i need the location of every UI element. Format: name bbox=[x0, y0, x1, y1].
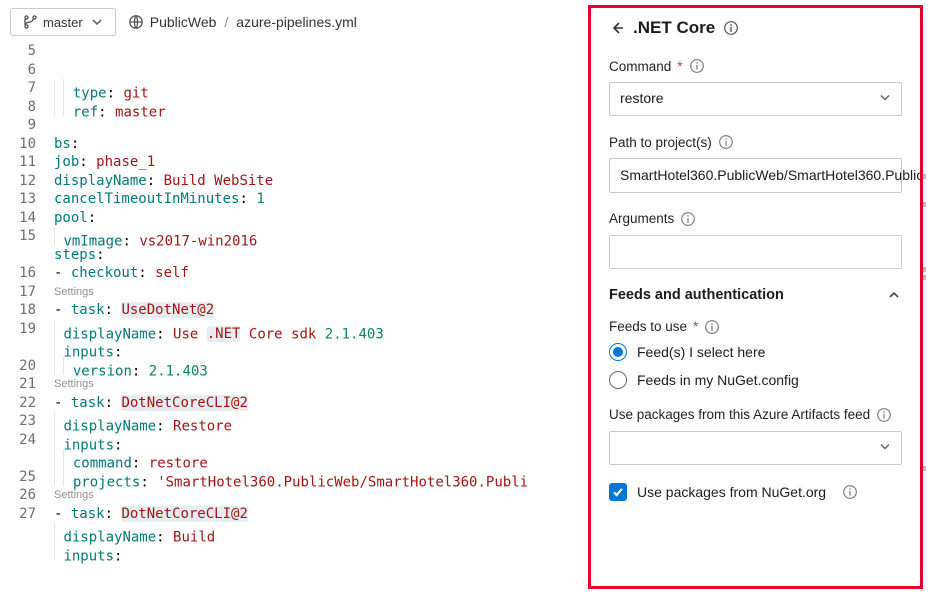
path-input[interactable]: SmartHotel360.PublicWeb/SmartHotel360.Pu… bbox=[609, 158, 902, 193]
line-gutter: 5678910111213141516171819202122232425262… bbox=[0, 42, 54, 594]
radio-icon bbox=[609, 371, 627, 389]
info-icon[interactable] bbox=[723, 20, 739, 36]
globe-icon bbox=[128, 14, 144, 30]
azure-feed-select[interactable] bbox=[609, 431, 902, 465]
command-label: Command* bbox=[609, 58, 902, 74]
info-icon[interactable] bbox=[689, 58, 705, 74]
breadcrumb: PublicWeb / azure-pipelines.yml bbox=[128, 14, 357, 30]
checkbox-checked-icon bbox=[609, 483, 627, 501]
command-select[interactable]: restore bbox=[609, 82, 902, 116]
path-label: Path to project(s) bbox=[609, 134, 902, 150]
back-button[interactable] bbox=[609, 20, 625, 36]
panel-title: .NET Core bbox=[633, 18, 715, 38]
arguments-input[interactable] bbox=[609, 235, 902, 269]
chevron-down-icon bbox=[877, 90, 893, 106]
chevron-down-icon bbox=[877, 438, 893, 454]
breadcrumb-file[interactable]: azure-pipelines.yml bbox=[236, 14, 357, 30]
info-icon[interactable] bbox=[842, 484, 858, 500]
branch-icon bbox=[21, 14, 37, 30]
arguments-label: Arguments bbox=[609, 211, 902, 227]
breadcrumb-folder[interactable]: PublicWeb bbox=[128, 14, 217, 30]
feeds-section-header[interactable]: Feeds and authentication bbox=[609, 287, 902, 303]
arrow-left-icon bbox=[609, 20, 625, 36]
chevron-up-icon bbox=[886, 287, 902, 303]
info-icon[interactable] bbox=[876, 407, 892, 423]
info-icon[interactable] bbox=[704, 319, 720, 335]
info-icon[interactable] bbox=[718, 134, 734, 150]
nuget-org-checkbox-row[interactable]: Use packages from NuGet.org bbox=[609, 483, 902, 501]
radio-icon bbox=[609, 343, 627, 361]
radio-feeds-select-here[interactable]: Feed(s) I select here bbox=[609, 343, 902, 361]
info-icon[interactable] bbox=[680, 211, 696, 227]
dotnet-core-panel: .NET Core Command* restore Path to proje… bbox=[588, 5, 923, 589]
branch-picker[interactable]: master bbox=[10, 8, 116, 36]
branch-name: master bbox=[43, 15, 83, 30]
azure-feed-label: Use packages from this Azure Artifacts f… bbox=[609, 407, 902, 423]
breadcrumb-separator: / bbox=[224, 14, 228, 30]
feeds-to-use-label: Feeds to use* bbox=[609, 319, 902, 335]
radio-feeds-nuget-config[interactable]: Feeds in my NuGet.config bbox=[609, 371, 902, 389]
chevron-down-icon bbox=[89, 14, 105, 30]
